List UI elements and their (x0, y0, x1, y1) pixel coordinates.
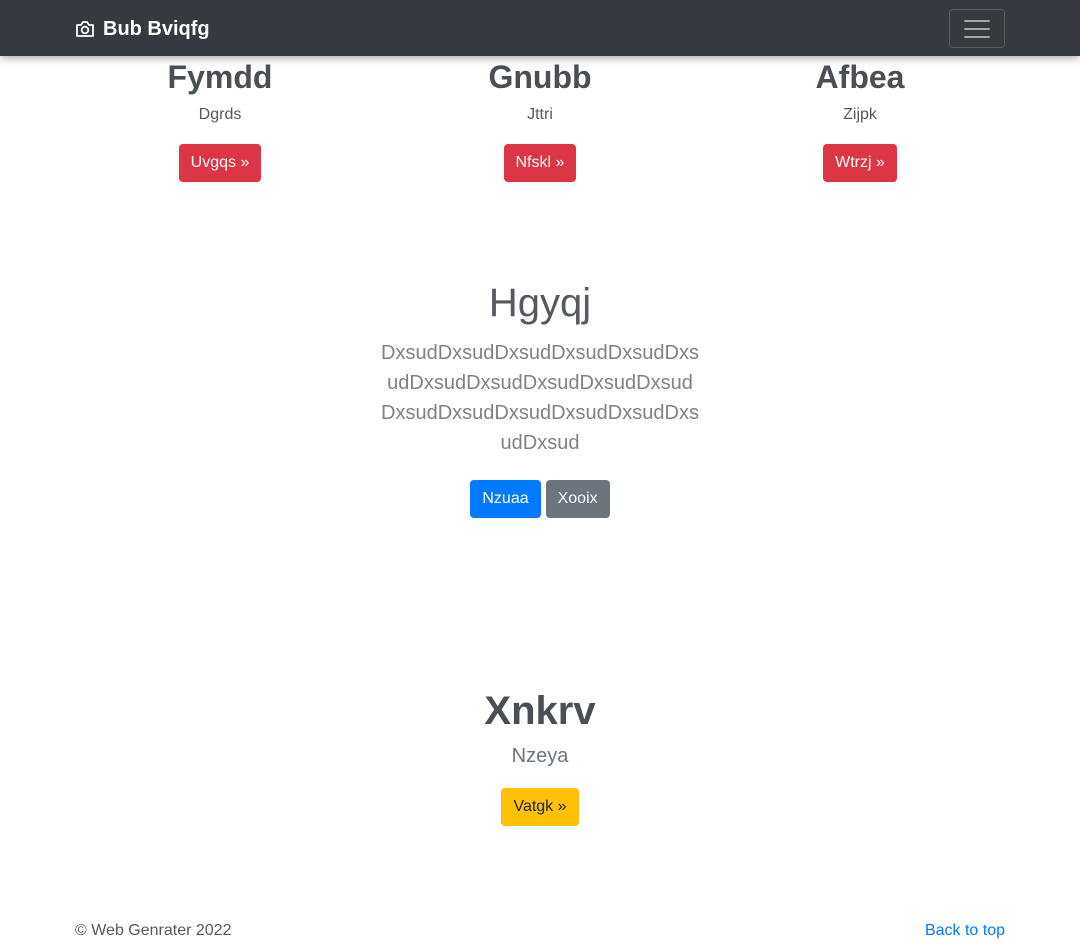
feature-button[interactable]: Nfskl » (503, 144, 577, 182)
hero-primary-button[interactable]: Nzuaa (470, 480, 541, 518)
hero-title: Hgyqj (488, 281, 592, 325)
brand-name: Bub Bviqfg (103, 17, 210, 40)
featurette-button[interactable]: Vatgk » (501, 788, 579, 826)
feature-text: Jttri (527, 106, 553, 123)
back-to-top-link[interactable]: Back to top (925, 922, 1005, 940)
feature-text: Zijpk (843, 106, 877, 123)
feature-column-3: Afbea Zijpk Wtrzj » (700, 56, 1020, 182)
hamburger-icon-bar (964, 35, 990, 38)
hero-secondary-button[interactable]: Xooix (545, 480, 610, 518)
feature-title: Fymdd (167, 59, 273, 95)
feature-column-1: Fymdd Dgrds Uvgqs » (60, 56, 380, 182)
feature-column-2: Gnubb Jttri Nfskl » (380, 56, 700, 182)
feature-title: Afbea (815, 59, 905, 95)
feature-text: Dgrds (198, 106, 242, 123)
navbar-toggler-button[interactable] (949, 9, 1005, 48)
hero-actions: Nzuaa Xooix (0, 480, 1080, 518)
brand-link[interactable]: Bub Bviqfg (75, 16, 210, 42)
featurette-title: Xnkrv (484, 689, 596, 733)
hamburger-icon (964, 19, 990, 22)
hero-section: Hgyqj DxsudDxsudDxsudDxsudDxsudDxsudDxsu… (0, 278, 1080, 518)
hero-lead: DxsudDxsudDxsudDxsudDxsudDxsudDxsudDxsud… (381, 342, 699, 454)
feature-title: Gnubb (488, 59, 592, 95)
footer-copyright: © Web Genrater 2022 (75, 922, 232, 939)
camera-icon (75, 20, 95, 38)
navbar: Bub Bviqfg (0, 0, 1080, 56)
featurette-section: Xnkrv Nzeya Vatgk » (0, 686, 1080, 826)
feature-button[interactable]: Wtrzj » (823, 144, 897, 182)
feature-button[interactable]: Uvgqs » (178, 144, 262, 182)
hamburger-icon-bar (964, 27, 990, 30)
footer: © Web Genrater 2022 Back to top (75, 922, 1005, 944)
featurette-text: Nzeya (511, 745, 569, 767)
